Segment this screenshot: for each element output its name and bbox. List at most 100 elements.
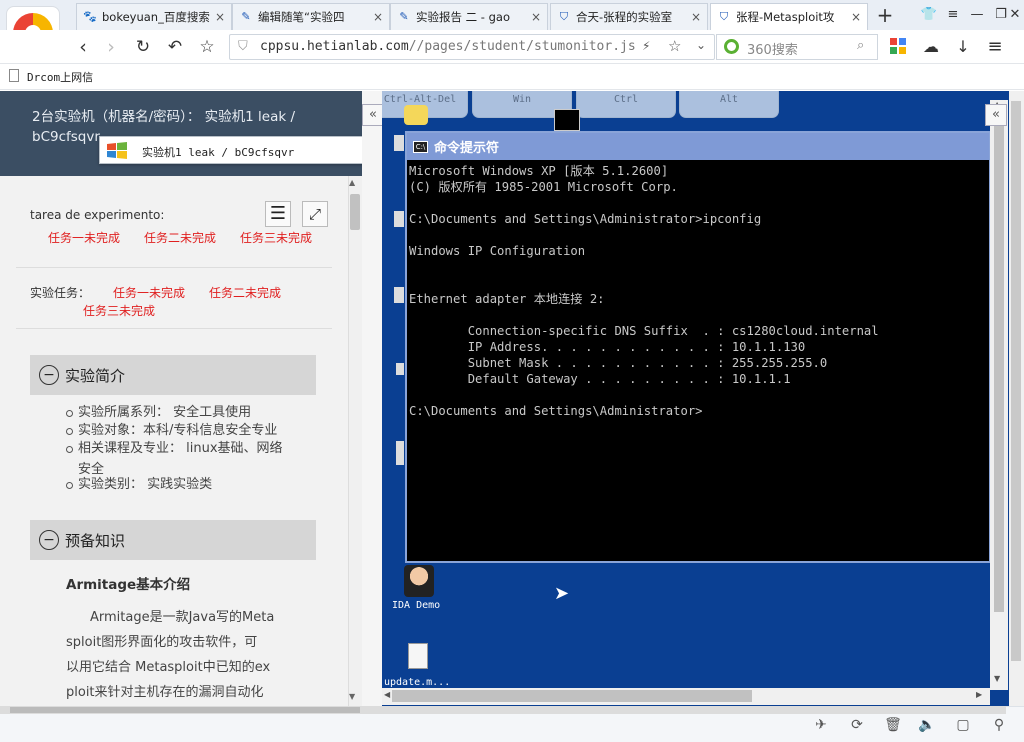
volume-icon[interactable]: 🔈 [918, 716, 936, 734]
tab-baidu[interactable]: 🐾 bokeyuan_百度搜索 × [76, 3, 232, 30]
left-scrollbar-thumb[interactable] [350, 194, 360, 230]
zoom-icon[interactable]: ⚲ [990, 716, 1008, 734]
list-item: 实验所属系列： 安全工具使用 [65, 405, 252, 420]
page-hscroll[interactable] [0, 706, 1006, 714]
star-icon[interactable]: ☆ [194, 35, 220, 59]
cmd-line: Subnet Mask . . . . . . . . . . . : 255.… [409, 356, 828, 370]
tab-label: 实验报告 二 - gao [416, 10, 510, 24]
section-title: 实验简介 [65, 366, 126, 385]
apps-grid-icon[interactable] [890, 38, 906, 54]
trash-icon[interactable]: 🗑 [884, 716, 902, 734]
ida-demo-icon[interactable] [404, 565, 434, 597]
tab-edit-essay[interactable]: ✎ 编辑随笔“实验四 × [232, 3, 390, 30]
scroll-down-icon[interactable]: ▼ [349, 692, 355, 701]
tab-label: bokeyuan_百度搜索 [102, 10, 210, 24]
scroll-up-icon[interactable]: ▲ [349, 178, 355, 187]
bookmark-drcom[interactable]: Drcom上网信 [27, 69, 93, 85]
address-bar[interactable]: ⛉ cppsu.hetianlab.com//pages/student/stu… [229, 34, 715, 60]
chevron-down-icon[interactable]: ⌄ [696, 38, 706, 52]
desktop-icon-fragment[interactable] [394, 211, 404, 227]
fullscreen-icon[interactable]: ⤢ [302, 201, 328, 227]
task-3-status[interactable]: 任务三未完成 [240, 229, 312, 246]
update-file-label[interactable]: update.m... [384, 677, 450, 688]
paragraph-line: 以用它结合 Metasploit中已知的ex [66, 660, 271, 675]
rdp-vscroll-thumb[interactable] [994, 112, 1004, 612]
shield-icon: ⛉ [559, 10, 569, 23]
forward-icon[interactable]: › [98, 35, 124, 59]
section-intro[interactable]: − 实验简介 [30, 355, 316, 395]
close-icon[interactable]: × [373, 10, 383, 24]
desktop-icon-fragment[interactable] [394, 287, 404, 303]
rocket-icon[interactable]: ✈ [812, 716, 830, 734]
section-title: 预备知识 [65, 531, 126, 550]
cmd-line [409, 227, 987, 243]
search-input[interactable]: 360搜索 ⌕ [716, 34, 878, 60]
new-tab-button[interactable]: + [872, 4, 898, 28]
ida-demo-label[interactable]: IDA Demo [392, 600, 440, 611]
collapse-icon[interactable]: − [39, 365, 59, 385]
cmd-line: C:\Documents and Settings\Administrator>… [409, 212, 762, 226]
cloud-icon[interactable]: ☁ [918, 35, 944, 59]
favorite-star-icon[interactable]: ☆ [668, 37, 681, 55]
close-window-button[interactable]: ✕ [1004, 4, 1024, 26]
url-domain: cppsu.hetianlab.com [260, 39, 409, 54]
cmd-title-bar[interactable]: C:\ 命令提示符 [407, 133, 989, 160]
close-icon[interactable]: × [531, 10, 541, 24]
tab-metasploit[interactable]: ⛉ 张程-Metasploit攻 × [710, 3, 868, 30]
undo-icon[interactable]: ↶ [162, 35, 188, 59]
folder-icon[interactable] [404, 105, 428, 125]
list-item: 实验类别： 实践实验类 [65, 477, 213, 492]
close-icon[interactable]: × [691, 10, 701, 24]
back-icon[interactable]: ‹ [70, 35, 96, 59]
collapse-icon[interactable]: − [39, 530, 59, 550]
menu-icon[interactable]: ≡ [942, 4, 964, 26]
cmd-desktop-icon[interactable] [554, 109, 580, 131]
desktop-icon-fragment[interactable] [394, 135, 404, 151]
minimize-button[interactable]: — [966, 4, 988, 26]
collapse-right-icon[interactable]: « [985, 104, 1007, 126]
window-icon[interactable]: ▢ [954, 716, 972, 734]
desktop-icon-fragment[interactable] [396, 363, 404, 375]
alt-key-button[interactable]: Alt [679, 91, 779, 118]
ctrl-key-button[interactable]: Ctrl [576, 91, 676, 118]
lightning-icon[interactable]: ⚡ [642, 39, 650, 53]
cmd-line [409, 259, 987, 275]
search-icon[interactable]: ⌕ [857, 38, 864, 53]
text-file-icon[interactable] [408, 643, 428, 669]
download-icon[interactable]: ↓ [950, 35, 976, 59]
cmd-line: Windows IP Configuration [409, 244, 586, 258]
divider [16, 328, 332, 329]
page-scrollbar[interactable] [1009, 91, 1024, 706]
rdp-vertical-scrollbar[interactable]: ▲ ▼ [990, 100, 1008, 690]
mouse-cursor-icon: ➤ [554, 583, 570, 604]
accelerate-icon[interactable]: ⟳ [848, 716, 866, 734]
collapse-left-icon[interactable]: « [362, 104, 384, 126]
task-1-status[interactable]: 任务一未完成 [48, 229, 120, 246]
tab-report[interactable]: ✎ 实验报告 二 - gao × [390, 3, 548, 30]
task-3-status[interactable]: 任务三未完成 [83, 302, 155, 319]
page-scroll-thumb[interactable] [1011, 101, 1021, 661]
main-menu-icon[interactable]: ≡ [982, 35, 1008, 59]
section-prereq[interactable]: − 预备知识 [30, 520, 316, 560]
tab-label: 合天-张程的实验室 [576, 10, 673, 24]
close-icon[interactable]: × [215, 10, 225, 24]
desktop-icon-fragment[interactable] [396, 441, 404, 465]
reload-icon[interactable]: ↻ [130, 35, 156, 59]
task-2-status[interactable]: 任务二未完成 [144, 229, 216, 246]
close-icon[interactable]: × [851, 10, 861, 24]
task-list-icon[interactable]: ☰ [265, 201, 291, 227]
machine-select[interactable]: 实验机1 leak / bC9cfsqvr ▼ [99, 136, 395, 164]
cmd-output[interactable]: Microsoft Windows XP [版本 5.1.2600] (C) 版权… [409, 163, 987, 559]
tab-lab[interactable]: ⛉ 合天-张程的实验室 × [550, 3, 708, 30]
cmd-window[interactable]: C:\ 命令提示符 Microsoft Windows XP [版本 5.1.2… [405, 131, 991, 563]
cmd-line: Default Gateway . . . . . . . . . : 10.1… [409, 372, 791, 386]
rdp-hscroll-thumb[interactable] [392, 690, 752, 702]
panel-splitter[interactable] [362, 91, 382, 706]
rdp-horizontal-scrollbar[interactable]: ◀ ▶ [382, 688, 990, 705]
task-2-status[interactable]: 任务二未完成 [209, 284, 281, 301]
shirt-icon[interactable]: 👕 [918, 4, 940, 26]
left-scrollbar[interactable] [348, 176, 362, 706]
task-1-status[interactable]: 任务一未完成 [113, 284, 185, 301]
cmd-line: (C) 版权所有 1985-2001 Microsoft Corp. [409, 180, 678, 194]
list-item-cont: 安全 [78, 462, 105, 477]
